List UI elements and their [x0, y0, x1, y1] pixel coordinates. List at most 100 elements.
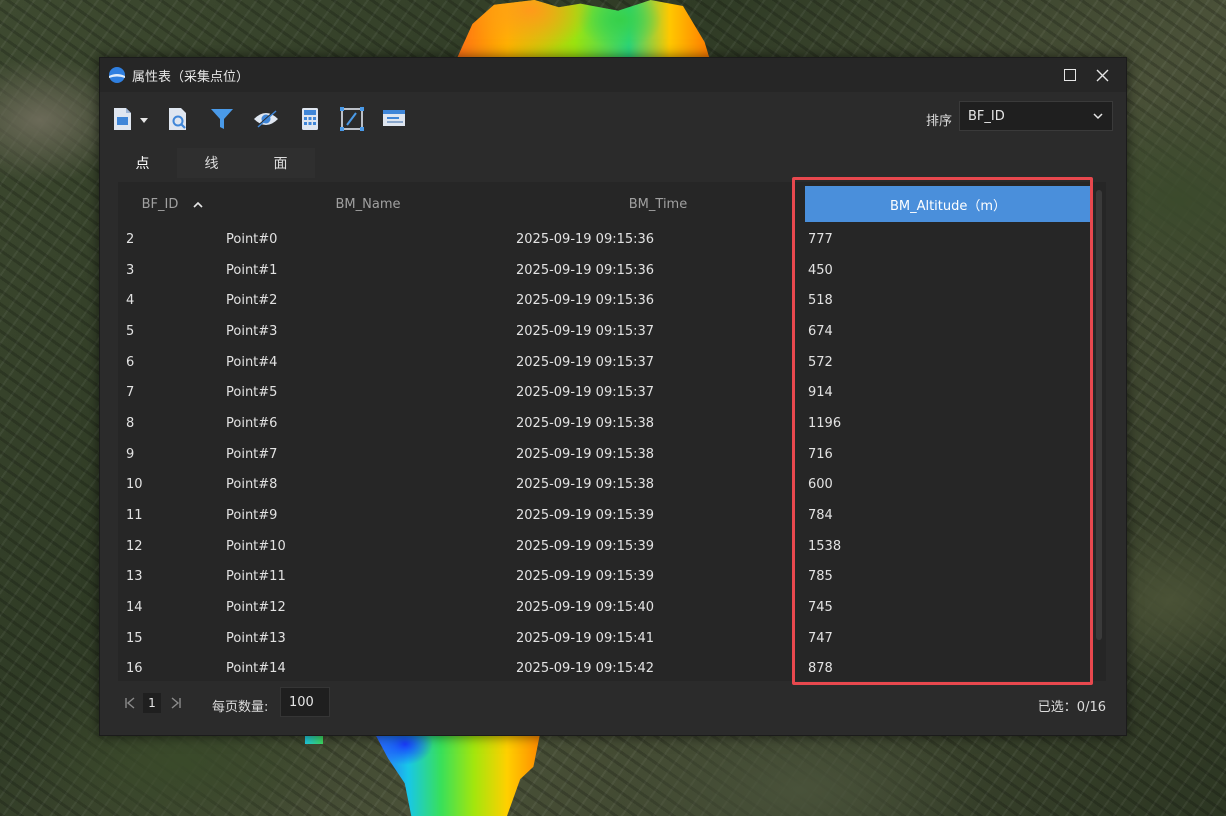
cell-bf-id: 16: [126, 661, 143, 677]
cell-bf-id: 13: [126, 569, 143, 585]
table-row[interactable]: 15 Point#13 2025-09-19 09:15:41 747: [118, 623, 1098, 654]
cell-bm-time: 2025-09-19 09:15:41: [516, 630, 655, 646]
cell-bm-time: 2025-09-19 09:15:38: [516, 477, 655, 493]
map-elevation-layer-top: [456, 0, 710, 60]
cell-bm-name: Point#1: [226, 262, 278, 278]
vertical-scrollbar[interactable]: [1096, 190, 1102, 640]
cell-bm-name: Point#7: [226, 446, 278, 462]
table-header: BF_ID BM_Name BM_Time BM_Altitude（m）: [118, 186, 1106, 222]
table-row[interactable]: 2 Point#0 2025-09-19 09:15:36 777: [118, 224, 1098, 255]
edit-field-icon: [340, 107, 364, 131]
cell-bm-name: Point#8: [226, 477, 278, 493]
cell-bm-altitude: 716: [808, 446, 833, 462]
column-header-bm-time[interactable]: BM_Time: [508, 186, 808, 222]
cell-bf-id: 5: [126, 323, 135, 339]
cell-bm-altitude: 674: [808, 323, 833, 339]
cell-bm-name: Point#9: [226, 508, 278, 524]
cell-bf-id: 11: [126, 508, 143, 524]
sort-label: 排序: [926, 114, 953, 129]
sort-select-value: BF_ID: [968, 108, 1005, 124]
cell-bm-altitude: 878: [808, 661, 833, 677]
cell-bm-name: Point#5: [226, 385, 278, 401]
column-header-bm-altitude[interactable]: BM_Altitude（m）: [805, 186, 1091, 222]
last-page-button[interactable]: [170, 697, 182, 713]
tab-polygon[interactable]: 面: [246, 148, 315, 178]
cell-bm-time: 2025-09-19 09:15:39: [516, 569, 655, 585]
table-row[interactable]: 6 Point#4 2025-09-19 09:15:37 572: [118, 347, 1098, 378]
tab-polygon-label: 面: [273, 156, 288, 172]
table-row[interactable]: 13 Point#11 2025-09-19 09:15:39 785: [118, 562, 1098, 593]
tab-point[interactable]: 点: [108, 148, 177, 178]
cell-bm-name: Point#4: [226, 354, 278, 370]
cell-bm-altitude: 450: [808, 262, 833, 278]
current-page[interactable]: 1: [143, 693, 161, 713]
chevron-down-icon: [1093, 113, 1103, 120]
first-page-button[interactable]: [124, 697, 136, 713]
calculator-button[interactable]: [295, 104, 325, 134]
titlebar[interactable]: 属性表（采集点位）: [100, 58, 1126, 92]
table-row[interactable]: 16 Point#14 2025-09-19 09:15:42 878: [118, 654, 1098, 681]
map-elevation-layer-bottom: [375, 734, 540, 816]
table-row[interactable]: 7 Point#5 2025-09-19 09:15:37 914: [118, 377, 1098, 408]
cell-bm-altitude: 1538: [808, 538, 842, 554]
cell-bm-altitude: 785: [808, 569, 833, 585]
zoom-to-button[interactable]: [163, 104, 193, 134]
cell-bm-altitude: 747: [808, 630, 833, 646]
table-row[interactable]: 8 Point#6 2025-09-19 09:15:38 1196: [118, 408, 1098, 439]
cell-bm-altitude: 745: [808, 600, 833, 616]
maximize-button[interactable]: [1054, 58, 1086, 92]
visibility-icon: [254, 110, 278, 128]
cell-bm-altitude: 572: [808, 354, 833, 370]
cell-bm-time: 2025-09-19 09:15:40: [516, 600, 655, 616]
table-row[interactable]: 10 Point#8 2025-09-19 09:15:38 600: [118, 470, 1098, 501]
cell-bf-id: 14: [126, 600, 143, 616]
toolbar: 排序 BF_ID: [100, 98, 1126, 142]
visibility-button[interactable]: [251, 104, 281, 134]
cell-bm-name: Point#11: [226, 569, 286, 585]
cell-bm-altitude: 518: [808, 293, 833, 309]
table-row[interactable]: 12 Point#10 2025-09-19 09:15:39 1538: [118, 531, 1098, 562]
cell-bm-name: Point#10: [226, 538, 286, 554]
cell-bm-time: 2025-09-19 09:15:37: [516, 323, 655, 339]
per-page-input[interactable]: 100: [280, 687, 330, 717]
table-row[interactable]: 9 Point#7 2025-09-19 09:15:38 716: [118, 439, 1098, 470]
table-row[interactable]: 14 Point#12 2025-09-19 09:15:40 745: [118, 592, 1098, 623]
cell-bm-time: 2025-09-19 09:15:38: [516, 415, 655, 431]
cell-bf-id: 6: [126, 354, 135, 370]
table-row[interactable]: 4 Point#2 2025-09-19 09:15:36 518: [118, 285, 1098, 316]
zoom-to-icon: [169, 108, 186, 130]
cell-bm-time: 2025-09-19 09:15:36: [516, 262, 655, 278]
filter-button[interactable]: [207, 104, 237, 134]
selected-count: 已选：0/16: [1037, 700, 1106, 715]
column-header-label: BM_Altitude（m）: [889, 198, 1007, 214]
cell-bm-altitude: 777: [808, 231, 833, 247]
last-page-icon: [171, 697, 181, 709]
export-button[interactable]: [108, 104, 152, 134]
cell-bf-id: 8: [126, 415, 135, 431]
attribute-table-window: 属性表（采集点位） 排序 BF_ID 点 线 面 BF_ID BM_Name B…: [99, 57, 1127, 736]
cell-bf-id: 15: [126, 630, 143, 646]
column-header-bf-id[interactable]: BF_ID: [118, 186, 228, 222]
cell-bm-altitude: 914: [808, 385, 833, 401]
sort-select[interactable]: BF_ID: [959, 101, 1113, 131]
column-header-label: BM_Name: [335, 196, 401, 212]
table-row[interactable]: 11 Point#9 2025-09-19 09:15:39 784: [118, 500, 1098, 531]
tab-line[interactable]: 线: [177, 148, 246, 178]
cell-bf-id: 2: [126, 231, 135, 247]
cell-bm-altitude: 784: [808, 508, 833, 524]
message-button[interactable]: [380, 104, 410, 134]
geometry-tabs: 点 线 面: [108, 148, 315, 178]
cell-bm-altitude: 600: [808, 477, 833, 493]
cell-bm-time: 2025-09-19 09:15:38: [516, 446, 655, 462]
pagination-footer: 1 每页数量: 100 已选：0/16: [100, 684, 1126, 724]
close-button[interactable]: [1086, 58, 1118, 92]
cell-bm-name: Point#6: [226, 415, 278, 431]
table-row[interactable]: 5 Point#3 2025-09-19 09:15:37 674: [118, 316, 1098, 347]
column-header-label: BM_Time: [628, 196, 688, 212]
table-row[interactable]: 3 Point#1 2025-09-19 09:15:36 450: [118, 255, 1098, 286]
cell-bf-id: 10: [126, 477, 143, 493]
attribute-table: BF_ID BM_Name BM_Time BM_Altitude（m） 2 Po…: [118, 182, 1106, 681]
column-header-bm-name[interactable]: BM_Name: [218, 186, 518, 222]
cell-bm-name: Point#0: [226, 231, 278, 247]
edit-field-button[interactable]: [337, 104, 367, 134]
